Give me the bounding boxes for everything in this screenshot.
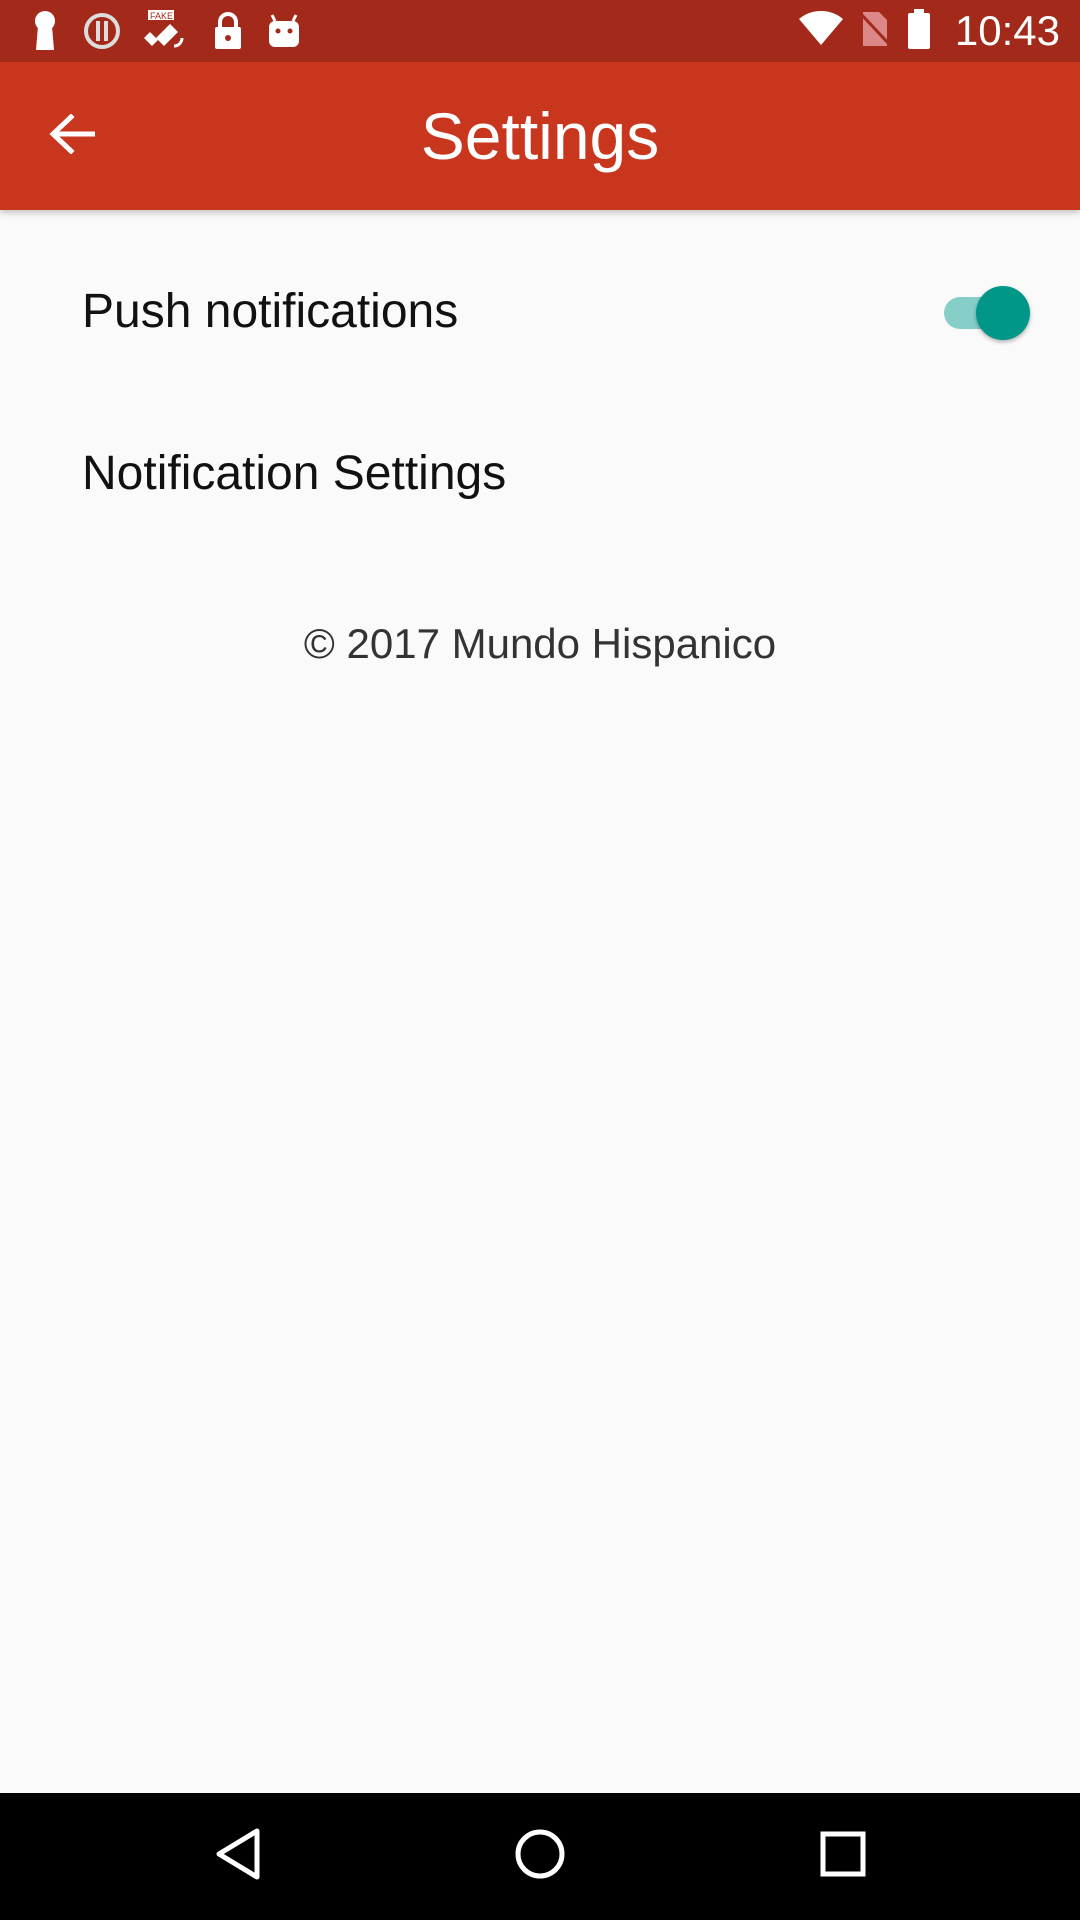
notification-settings-label: Notification Settings	[82, 447, 507, 500]
copyright-text: © 2017 Mundo Hispanico	[303, 620, 777, 667]
settings-content: Push notifications Notification Settings…	[0, 210, 1080, 1793]
notification-settings-row[interactable]: Notification Settings	[0, 404, 1080, 544]
no-sim-icon	[859, 10, 890, 53]
status-clock: 10:43	[954, 7, 1060, 54]
nav-back-button[interactable]	[203, 1821, 273, 1891]
arrow-left-icon	[49, 112, 96, 159]
android-robot-icon	[266, 13, 302, 49]
back-triangle-icon	[213, 1827, 263, 1886]
push-notifications-row[interactable]: Push notifications	[0, 242, 1080, 382]
push-notifications-toggle[interactable]	[940, 286, 1030, 340]
keyhole-notification-icon	[30, 10, 60, 52]
status-notification-icons: FAKE	[30, 8, 302, 54]
svg-text:FAKE: FAKE	[150, 11, 173, 21]
recents-square-icon	[819, 1830, 867, 1883]
wifi-icon	[798, 10, 843, 52]
status-bar: FAKE 10:43	[0, 0, 1080, 62]
lock-icon	[212, 11, 244, 51]
fake-gps-satellite-icon: FAKE	[144, 8, 190, 54]
back-button[interactable]	[34, 104, 110, 168]
nav-home-button[interactable]	[505, 1821, 575, 1891]
battery-icon	[907, 8, 931, 54]
status-system-icons: 10:43	[798, 0, 1060, 62]
alert-notification-icon	[82, 11, 122, 51]
app-bar: Settings	[0, 62, 1080, 210]
nav-recents-button[interactable]	[808, 1821, 878, 1891]
page-title: Settings	[420, 99, 660, 173]
push-notifications-label: Push notifications	[82, 285, 459, 338]
toggle-thumb	[976, 286, 1030, 340]
home-circle-icon	[513, 1827, 567, 1886]
system-nav-bar	[0, 1793, 1080, 1920]
